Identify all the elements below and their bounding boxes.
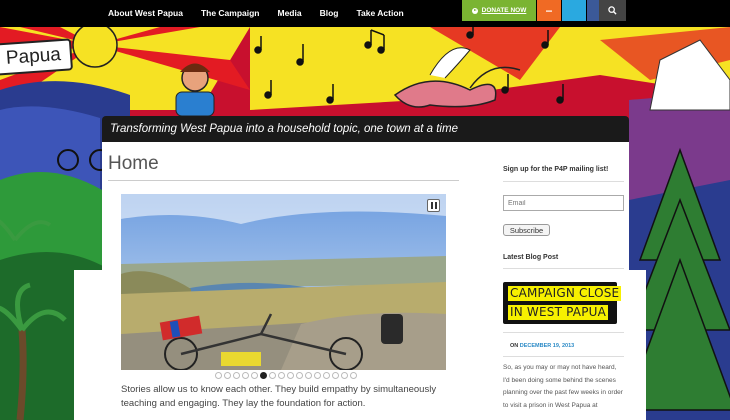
main-nav: About West Papua The Campaign Media Blog… [108, 0, 422, 25]
nav-blog[interactable]: Blog [320, 8, 339, 18]
tagline-bar: Transforming West Papua into a household… [102, 116, 629, 142]
pause-icon [430, 202, 433, 209]
slider-dot[interactable] [224, 372, 231, 379]
email-field[interactable] [503, 195, 624, 211]
post-excerpt: So, as you may or may not have heard, I'… [503, 364, 623, 409]
sidebar-divider [503, 268, 624, 269]
slider-dot[interactable] [341, 372, 348, 379]
slider-dot[interactable] [242, 372, 249, 379]
slider-dot[interactable] [296, 372, 303, 379]
latest-post-heading: Latest Blog Post [503, 254, 559, 261]
post-date-prefix: ON [510, 343, 519, 349]
search-button[interactable] [599, 0, 626, 21]
site-logo[interactable]: Papua [0, 38, 74, 76]
slider-dot[interactable] [323, 372, 330, 379]
post-title-line2[interactable]: IN WEST PAPUA [508, 305, 609, 320]
nav-media[interactable]: Media [278, 8, 302, 18]
slider-pause-button[interactable] [427, 199, 440, 212]
slider-dot[interactable] [332, 372, 339, 379]
play-icon [471, 7, 478, 14]
rss-icon [546, 10, 552, 12]
tagline-text: Transforming West Papua into a household… [110, 123, 458, 135]
title-divider [108, 180, 459, 181]
sidebar-divider [503, 181, 624, 182]
donate-label: DONATE NOW [481, 7, 527, 14]
slider-dot[interactable] [251, 372, 258, 379]
slide-photo [121, 194, 446, 370]
search-icon [608, 6, 617, 15]
slider-dot[interactable] [314, 372, 321, 379]
subscribe-button[interactable]: Subscribe [503, 224, 550, 236]
slider-dot[interactable] [278, 372, 285, 379]
sidebar-divider [503, 332, 624, 333]
nav-the-campaign[interactable]: The Campaign [201, 8, 260, 18]
slider-dot[interactable] [305, 372, 312, 379]
nav-about-west-papua[interactable]: About West Papua [108, 8, 183, 18]
nav-take-action[interactable]: Take Action [356, 8, 403, 18]
signup-heading: Sign up for the P4P mailing list! [503, 166, 609, 173]
slider-dot[interactable] [269, 372, 276, 379]
slider-dot[interactable] [260, 372, 267, 379]
rss-button[interactable] [537, 0, 561, 21]
twitter-button[interactable] [562, 0, 586, 21]
page-title: Home [108, 153, 159, 174]
photo-slider[interactable] [121, 194, 446, 370]
slider-dot[interactable] [233, 372, 240, 379]
slider-dots [215, 372, 357, 379]
intro-text: Stories allow us to know each other. The… [121, 384, 437, 409]
logo-text: Papua [5, 44, 62, 69]
sidebar-divider [503, 356, 624, 357]
slider-dot[interactable] [350, 372, 357, 379]
slider-dot[interactable] [215, 372, 222, 379]
post-date: ON DECEMBER 19, 2013 [510, 343, 574, 349]
post-date-link[interactable]: DECEMBER 19, 2013 [520, 343, 574, 349]
post-title-line1[interactable]: CAMPAIGN CLOSE [508, 286, 622, 301]
donate-button[interactable]: DONATE NOW [462, 0, 536, 21]
slider-dot[interactable] [287, 372, 294, 379]
